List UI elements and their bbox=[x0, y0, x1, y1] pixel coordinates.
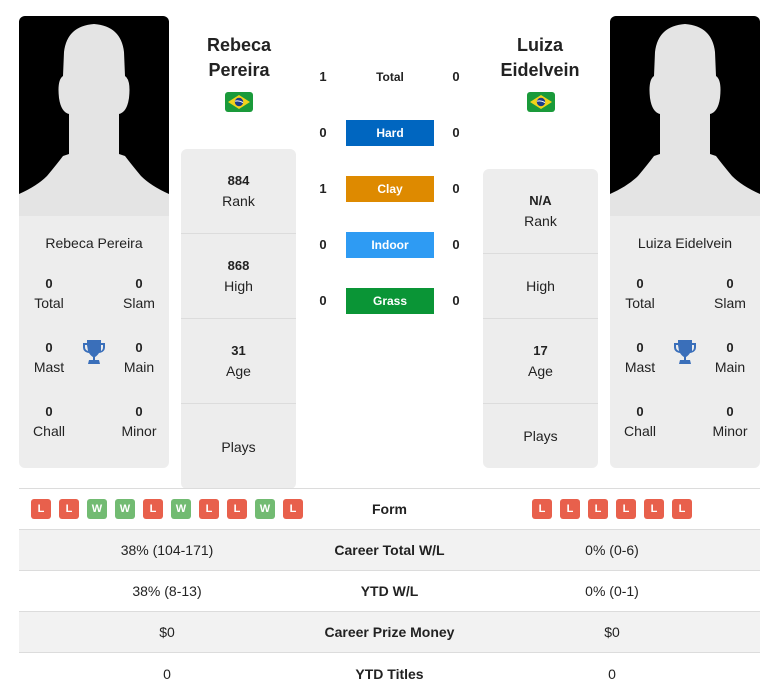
player1-form: LLWWLWLLWL bbox=[19, 499, 315, 519]
form-win-badge[interactable]: W bbox=[171, 499, 191, 519]
player2-minor-titles: 0 Minor bbox=[712, 404, 748, 439]
player1-ytd-wl: 38% (8-13) bbox=[132, 583, 202, 599]
player2-slam-titles: 0 Slam bbox=[714, 276, 746, 311]
table-row: 38% (104-171) Career Total W/L 0% (0-6) bbox=[19, 530, 760, 571]
avatar-silhouette-icon bbox=[19, 24, 169, 216]
player1-stats: 884 Rank 868 High 31 Age Plays bbox=[181, 149, 296, 489]
brazil-flag-icon bbox=[527, 92, 555, 112]
grass-surface-button[interactable]: Grass bbox=[346, 288, 434, 314]
player1-name[interactable]: Rebeca Pereira bbox=[174, 33, 304, 83]
table-row: $0 Career Prize Money $0 bbox=[19, 612, 760, 653]
form-loss-badge[interactable]: L bbox=[532, 499, 552, 519]
form-loss-badge[interactable]: L bbox=[644, 499, 664, 519]
form-win-badge[interactable]: W bbox=[115, 499, 135, 519]
brazil-flag-icon bbox=[225, 92, 253, 112]
h2h-clay-row: 1 Clay 0 bbox=[310, 176, 470, 202]
player1-total-titles: 0 Total bbox=[34, 276, 64, 311]
player2-career-wl: 0% (0-6) bbox=[585, 542, 639, 558]
form-loss-badge[interactable]: L bbox=[227, 499, 247, 519]
player1-slam-titles: 0 Slam bbox=[123, 276, 155, 311]
form-loss-badge[interactable]: L bbox=[672, 499, 692, 519]
row-label: YTD Titles bbox=[355, 665, 424, 682]
form-loss-badge[interactable]: L bbox=[616, 499, 636, 519]
player2-main-titles: 0 Main bbox=[714, 340, 746, 375]
table-row: 38% (8-13) YTD W/L 0% (0-1) bbox=[19, 571, 760, 612]
player2-plays: Plays bbox=[523, 428, 558, 444]
player1-career-wl: 38% (104-171) bbox=[120, 542, 214, 558]
table-row: 0 YTD Titles 0 bbox=[19, 653, 760, 694]
player1-main-titles: 0 Main bbox=[123, 340, 155, 375]
player1-chall-titles: 0 Chall bbox=[33, 404, 65, 439]
player2-chall-titles: 0 Chall bbox=[624, 404, 656, 439]
h2h-total-label: Total bbox=[376, 70, 404, 84]
row-label: YTD W/L bbox=[360, 583, 419, 599]
form-row: LLWWLWLLWL Form LLLLLL bbox=[19, 489, 760, 530]
player2-mast-titles: 0 Mast bbox=[624, 340, 656, 375]
form-loss-badge[interactable]: L bbox=[143, 499, 163, 519]
form-loss-badge[interactable]: L bbox=[59, 499, 79, 519]
row-label: Career Prize Money bbox=[324, 624, 455, 640]
player2-form: LLLLLL bbox=[464, 499, 760, 519]
player2-age: 17 Age bbox=[483, 319, 598, 404]
h2h-grass-row: 0 Grass 0 bbox=[310, 288, 470, 314]
player2-card-name: Luiza Eidelvein bbox=[637, 235, 733, 251]
player1-prize-money: $0 bbox=[159, 624, 175, 640]
form-loss-badge[interactable]: L bbox=[283, 499, 303, 519]
clay-surface-button[interactable]: Clay bbox=[346, 176, 434, 202]
row-label: Career Total W/L bbox=[334, 542, 445, 558]
trophy-icon bbox=[83, 340, 105, 364]
form-label: Form bbox=[372, 501, 407, 517]
player1-mast-titles: 0 Mast bbox=[33, 340, 65, 375]
form-loss-badge[interactable]: L bbox=[560, 499, 580, 519]
form-loss-badge[interactable]: L bbox=[31, 499, 51, 519]
player2-ytd-wl: 0% (0-1) bbox=[585, 583, 639, 599]
player1-card-name: Rebeca Pereira bbox=[45, 235, 143, 251]
trophy-icon bbox=[674, 340, 696, 364]
h2h-indoor-row: 0 Indoor 0 bbox=[310, 232, 470, 258]
hard-surface-button[interactable]: Hard bbox=[346, 120, 434, 146]
player1-high: 868 High bbox=[181, 234, 296, 319]
player1-photo bbox=[19, 16, 169, 216]
player1-card: Rebeca Pereira 0 Total 0 Slam 0 Mast 0 M… bbox=[19, 16, 169, 468]
indoor-surface-button[interactable]: Indoor bbox=[346, 232, 434, 258]
player2-prize-money: $0 bbox=[604, 624, 620, 640]
player2-ytd-titles: 0 bbox=[608, 665, 616, 682]
player2-total-titles: 0 Total bbox=[625, 276, 655, 311]
form-loss-badge[interactable]: L bbox=[588, 499, 608, 519]
form-loss-badge[interactable]: L bbox=[199, 499, 219, 519]
player1-age: 31 Age bbox=[181, 319, 296, 404]
player2-rank: N/A Rank bbox=[483, 169, 598, 254]
comparison-table: LLWWLWLLWL Form LLLLLL 38% (104-171) Car… bbox=[19, 488, 760, 694]
avatar-silhouette-icon bbox=[610, 24, 760, 216]
player1-plays: Plays bbox=[221, 438, 256, 455]
form-win-badge[interactable]: W bbox=[87, 499, 107, 519]
player1-minor-titles: 0 Minor bbox=[121, 404, 157, 439]
player2-high: High bbox=[483, 254, 598, 319]
player1-ytd-titles: 0 bbox=[163, 665, 171, 682]
player2-stats: N/A Rank High 17 Age Plays bbox=[483, 169, 598, 468]
player1-rank: 884 Rank bbox=[181, 149, 296, 234]
form-win-badge[interactable]: W bbox=[255, 499, 275, 519]
h2h-hard-row: 0 Hard 0 bbox=[310, 120, 470, 146]
player2-name[interactable]: Luiza Eidelvein bbox=[475, 33, 605, 83]
h2h-total-row: 1 Total 0 bbox=[310, 64, 470, 90]
player2-card: Luiza Eidelvein 0 Total 0 Slam 0 Mast 0 … bbox=[610, 16, 760, 468]
player2-photo bbox=[610, 16, 760, 216]
